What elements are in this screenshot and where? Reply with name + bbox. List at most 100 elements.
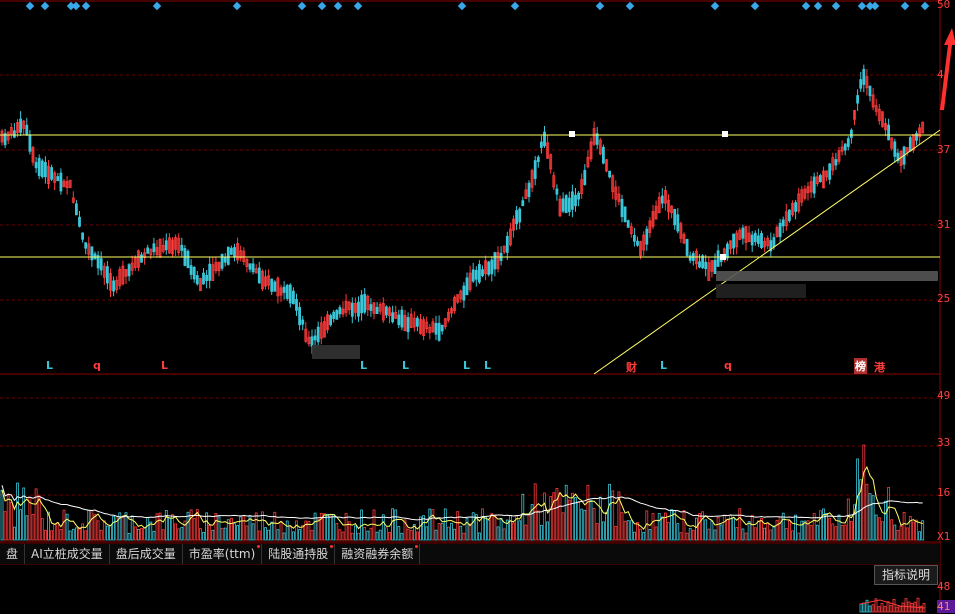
volume-bar bbox=[329, 515, 333, 541]
volume-bar bbox=[406, 528, 410, 541]
new-dot-icon bbox=[330, 545, 334, 548]
volume-bar bbox=[809, 525, 813, 541]
volume-bar bbox=[750, 514, 754, 541]
signal-marker: 榜 bbox=[854, 358, 867, 374]
volume-bar bbox=[140, 528, 143, 541]
volume-bar bbox=[437, 523, 441, 541]
signal-marker: L bbox=[161, 359, 169, 372]
volume-bar bbox=[6, 495, 10, 541]
volume-bar bbox=[871, 495, 875, 541]
volume-bar bbox=[50, 530, 53, 541]
volume-bar bbox=[719, 524, 723, 541]
volume-bar bbox=[19, 509, 23, 541]
volume-bar bbox=[620, 512, 624, 541]
volume-bar bbox=[75, 527, 78, 541]
candle-body bbox=[757, 235, 760, 244]
volume-bar bbox=[918, 531, 921, 541]
volume-bar bbox=[670, 509, 673, 541]
volume-bar bbox=[260, 511, 264, 541]
diamond-marker bbox=[750, 1, 760, 11]
tab-margin-balance[interactable]: 融资融券余额 bbox=[335, 544, 421, 564]
candle-body bbox=[226, 246, 230, 265]
volume-bar bbox=[62, 509, 66, 541]
price-axis-label: 50 bbox=[937, 0, 951, 11]
stock-chart[interactable] bbox=[0, 0, 955, 614]
diamond-marker bbox=[317, 1, 327, 11]
candle-body bbox=[56, 176, 60, 181]
volume-bar bbox=[803, 520, 807, 541]
diamond-marker bbox=[353, 1, 363, 11]
candle-body bbox=[536, 156, 540, 163]
volume-bar bbox=[716, 516, 720, 541]
diamond-marker bbox=[900, 1, 910, 11]
candle-body bbox=[567, 197, 571, 213]
signal-marker: q bbox=[93, 359, 101, 372]
candle-body bbox=[828, 163, 832, 180]
diamond-marker bbox=[857, 1, 867, 11]
volume-bar bbox=[636, 522, 639, 541]
volume-bar bbox=[592, 508, 596, 541]
volume-bar bbox=[291, 531, 295, 541]
candle-body bbox=[474, 269, 478, 280]
diamond-marker bbox=[625, 1, 635, 11]
volume-bar bbox=[279, 521, 283, 541]
candle-body bbox=[440, 324, 444, 332]
indicator-help-button[interactable]: 指标说明 bbox=[874, 565, 938, 585]
diamond-marker bbox=[297, 1, 307, 11]
candle-body bbox=[660, 195, 664, 204]
candle-body bbox=[862, 68, 866, 85]
volume-bar bbox=[763, 527, 766, 541]
volume-bar bbox=[298, 529, 302, 541]
volume-bar bbox=[589, 500, 593, 541]
candle-body bbox=[248, 263, 252, 270]
volume-bar bbox=[468, 523, 472, 541]
candle-body bbox=[577, 192, 580, 200]
volume-bar bbox=[44, 529, 47, 541]
candle-body bbox=[384, 306, 388, 316]
volume-bar bbox=[453, 528, 457, 541]
volume-bar bbox=[161, 529, 165, 541]
candle-body bbox=[645, 228, 649, 245]
volume-bar bbox=[651, 513, 655, 541]
volume-bar bbox=[477, 532, 481, 541]
volume-bar bbox=[167, 517, 171, 541]
candle-body bbox=[34, 162, 38, 169]
candle-body bbox=[493, 252, 497, 270]
volume-bar bbox=[40, 518, 44, 541]
candle-body bbox=[908, 137, 912, 152]
candle-body bbox=[633, 234, 636, 242]
volume-bar bbox=[905, 527, 909, 541]
candle-body bbox=[59, 172, 63, 192]
candle-body bbox=[701, 255, 704, 269]
candle-body bbox=[291, 290, 295, 305]
diamond-marker bbox=[920, 1, 930, 11]
volume-bar bbox=[338, 529, 342, 541]
volume-bar bbox=[605, 511, 608, 541]
indicator-bar bbox=[898, 606, 902, 613]
volume-bar bbox=[335, 523, 339, 541]
volume-bar bbox=[384, 527, 388, 541]
volume-bar bbox=[53, 523, 57, 541]
candle-body bbox=[741, 227, 745, 239]
tab-after-hours-volume[interactable]: 盘后成交量 bbox=[110, 544, 183, 564]
candle-body bbox=[543, 131, 546, 147]
volume-bar bbox=[214, 513, 218, 541]
volume-bar bbox=[543, 492, 546, 541]
tab-pe-ttm[interactable]: 市盈率(ttm) bbox=[183, 544, 263, 564]
volume-bar bbox=[567, 499, 571, 541]
candle-body bbox=[760, 233, 763, 249]
tab-northbound-holdings[interactable]: 陆股通持股 bbox=[262, 544, 336, 564]
volume-bar bbox=[558, 492, 562, 541]
grid-lines bbox=[0, 0, 941, 614]
candle-body bbox=[90, 246, 94, 261]
tab-pan[interactable]: 盘 bbox=[0, 544, 26, 564]
volume-bar bbox=[257, 530, 261, 541]
candle-body bbox=[685, 238, 689, 256]
candle-body bbox=[25, 124, 29, 135]
volume-bar bbox=[363, 527, 367, 541]
volume-bar bbox=[481, 508, 484, 541]
candle-body bbox=[369, 304, 373, 311]
volume-bar bbox=[236, 525, 240, 541]
tab-ai-volume[interactable]: AI立桩成交量 bbox=[25, 544, 110, 564]
candle-body bbox=[180, 244, 184, 251]
